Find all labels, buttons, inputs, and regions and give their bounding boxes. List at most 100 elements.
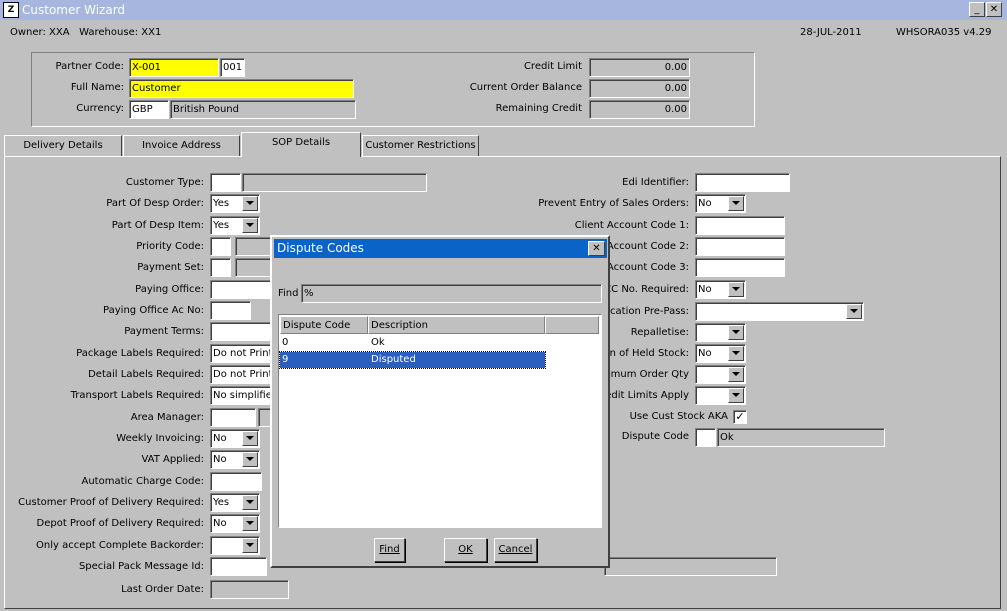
edi-identifier-label: Edi Identifier: (622, 177, 689, 188)
currency-label: Currency: (76, 103, 124, 114)
client-ac1-label: Client Account Code 1: (574, 220, 689, 231)
priority-code-input[interactable] (210, 237, 231, 256)
column-header-filler (545, 316, 599, 334)
chevron-down-icon[interactable] (242, 431, 258, 446)
full-name-input[interactable]: Customer (129, 79, 354, 98)
use-cust-stock-checkbox[interactable]: ✓ (733, 410, 747, 424)
depot-pod-select[interactable]: No (210, 514, 260, 533)
last-order-date-label: Last Order Date: (121, 584, 204, 595)
order-balance-field: 0.00 (589, 79, 690, 98)
payment-set-desc (235, 258, 275, 277)
chevron-down-icon[interactable] (242, 495, 258, 510)
detail-labels-select[interactable]: Do not Print (210, 365, 275, 384)
prevent-sales-select[interactable]: No (695, 194, 746, 213)
held-stock-select[interactable]: No (695, 344, 746, 363)
find-label: Find (278, 288, 299, 299)
weekly-invoicing-label: Weekly Invoicing: (116, 433, 204, 444)
cust-pod-label: Customer Proof of Delivery Required: (18, 497, 204, 508)
vat-applied-select[interactable]: No (210, 450, 260, 469)
tab-delivery-details[interactable]: Delivery Details (4, 135, 122, 156)
list-item[interactable]: 0 Ok (280, 335, 545, 351)
dialog-title: Dispute Codes (277, 241, 364, 255)
chevron-down-icon[interactable] (728, 388, 744, 403)
currency-name-field: British Pound (170, 100, 356, 119)
paying-office-input[interactable] (210, 280, 275, 299)
area-manager-input[interactable] (210, 408, 256, 427)
chevron-down-icon[interactable] (242, 452, 258, 467)
chevron-down-icon[interactable] (728, 282, 744, 297)
transport-labels-select[interactable]: No simplified (210, 386, 275, 405)
client-ac1-input[interactable] (695, 216, 785, 235)
customer-type-label: Customer Type: (125, 177, 204, 188)
tab-sop-details[interactable]: SOP Details (241, 132, 361, 157)
full-name-label: Full Name: (70, 82, 124, 93)
partner-code-input[interactable]: X-001 (129, 58, 219, 77)
list-item-selected[interactable]: 9 Disputed (279, 351, 546, 369)
cust-pod-select[interactable]: Yes (210, 493, 260, 512)
cancel-button[interactable]: Cancel (494, 538, 537, 562)
package-labels-label: Package Labels Required: (76, 348, 204, 359)
paying-office-label: Paying Office: (135, 284, 204, 295)
complete-backorder-select[interactable] (210, 536, 260, 555)
repalletise-select[interactable] (695, 323, 746, 342)
vat-applied-label: VAT Applied: (141, 454, 204, 465)
close-window-button[interactable]: ✕ (986, 2, 1002, 17)
credit-limit-label: Credit Limit (523, 61, 582, 72)
payment-terms-label: Payment Terms: (124, 326, 204, 337)
chevron-down-icon[interactable] (728, 367, 744, 382)
dispute-codes-list[interactable]: Dispute Code Description 0 Ok 9 Disputed (278, 314, 602, 528)
package-labels-select[interactable]: Do not Print (210, 344, 275, 363)
payment-set-input[interactable] (210, 258, 231, 277)
detail-labels-label: Detail Labels Required: (88, 369, 204, 380)
chevron-down-icon[interactable] (242, 538, 258, 553)
special-pack-label: Special Pack Message Id: (78, 561, 204, 572)
edi-identifier-input[interactable] (695, 173, 790, 192)
payment-terms-input[interactable] (210, 322, 275, 341)
max-order-qty-select[interactable] (695, 365, 746, 384)
find-button[interactable]: Find (374, 538, 405, 562)
part-desp-order-label: Part Of Desp Order: (106, 198, 204, 209)
weekly-invoicing-select[interactable]: No (210, 429, 260, 448)
dispute-code-input[interactable] (695, 428, 716, 447)
chevron-down-icon[interactable] (846, 304, 862, 319)
depot-pod-label: Depot Proof of Delivery Required: (36, 518, 204, 529)
client-ac3-input[interactable] (695, 258, 785, 277)
remaining-credit-field: 0.00 (589, 100, 690, 119)
chevron-down-icon[interactable] (728, 196, 744, 211)
credit-limits-select[interactable] (695, 386, 746, 405)
alloc-prepass-select[interactable] (695, 302, 864, 321)
special-pack-input[interactable] (210, 557, 267, 576)
chevron-down-icon[interactable] (242, 218, 258, 233)
chevron-down-icon[interactable] (728, 346, 744, 361)
part-desp-item-select[interactable]: Yes (210, 216, 260, 235)
find-input[interactable]: % (301, 284, 602, 303)
auto-charge-input[interactable] (210, 472, 262, 491)
partner-code-suffix[interactable]: 001 (220, 58, 245, 77)
column-header-description[interactable]: Description (368, 316, 545, 334)
complete-backorder-label: Only accept Complete Backorder: (36, 540, 204, 551)
special-pack-desc (604, 557, 777, 576)
ok-button[interactable]: OK (444, 538, 487, 562)
chevron-down-icon[interactable] (242, 196, 258, 211)
tab-invoice-address[interactable]: Invoice Address (123, 135, 240, 156)
minimize-button[interactable]: _ (969, 2, 985, 17)
area-manager-label: Area Manager: (130, 412, 204, 423)
priority-code-label: Priority Code: (136, 241, 204, 252)
partner-code-label: Partner Code: (55, 61, 125, 72)
window-title: Customer Wizard (22, 3, 126, 17)
dialog-title-bar: Dispute Codes (274, 239, 607, 258)
dialog-close-button[interactable]: ✕ (588, 241, 605, 256)
dispute-codes-dialog: Dispute Codes ✕ Find % Dispute Code Desc… (270, 235, 610, 568)
client-ac2-input[interactable] (695, 237, 785, 256)
tab-customer-restrictions[interactable]: Customer Restrictions (362, 135, 479, 156)
chevron-down-icon[interactable] (728, 325, 744, 340)
credit-limit-field: 0.00 (589, 58, 690, 77)
chevron-down-icon[interactable] (242, 516, 258, 531)
column-header-code[interactable]: Dispute Code (280, 316, 368, 334)
currency-code-input[interactable]: GBP (129, 100, 169, 119)
paying-office-ac-input[interactable] (210, 301, 251, 320)
part-desp-order-select[interactable]: Yes (210, 194, 260, 213)
customer-type-input[interactable] (210, 173, 241, 192)
remaining-credit-label: Remaining Credit (495, 103, 582, 114)
cc-required-select[interactable]: No (695, 280, 746, 299)
